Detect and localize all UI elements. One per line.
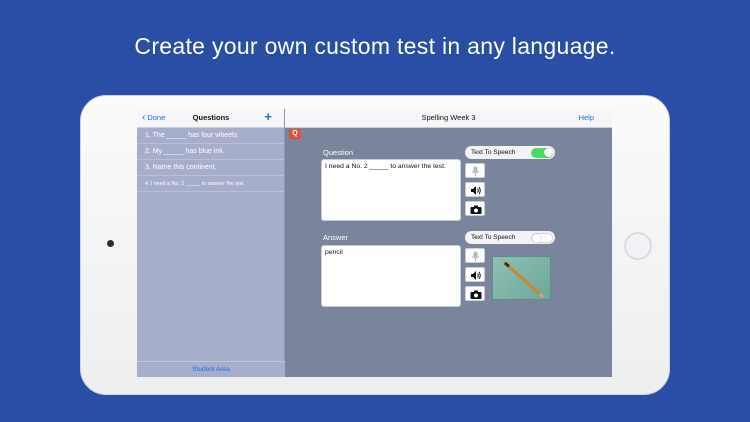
question-mic-button[interactable] [465, 163, 485, 178]
camera-icon [470, 290, 482, 299]
test-title: Spelling Week 3 [421, 113, 476, 122]
app-screen: ‹ Done Questions + 1. The _____ has four… [137, 109, 612, 377]
question-item-2[interactable]: 2. My _____ has blue ink. [137, 144, 284, 160]
answer-camera-button[interactable] [465, 286, 485, 301]
question-tts-toggle-row: Text To Speech [465, 146, 555, 159]
question-item-3[interactable]: 3. Name this continent. [137, 160, 284, 176]
answer-tts-switch[interactable] [531, 232, 553, 243]
questions-title: Questions [192, 113, 230, 122]
editor-nav-bar: Spelling Week 3 Help [285, 109, 612, 128]
home-button [624, 232, 652, 260]
answer-photo[interactable] [492, 256, 551, 300]
question-speaker-button[interactable] [465, 182, 485, 197]
question-label: Question [323, 148, 354, 157]
answer-textarea[interactable]: pencil [321, 245, 461, 307]
questions-panel: ‹ Done Questions + 1. The _____ has four… [137, 109, 285, 377]
speaker-icon [471, 271, 481, 280]
question-badge: Q [289, 129, 301, 139]
answer-tts-label: Text To Speech [471, 234, 516, 241]
help-button[interactable]: Help [579, 113, 594, 122]
answer-label: Answer [323, 233, 349, 242]
plus-icon[interactable]: + [264, 110, 272, 124]
speaker-icon [471, 186, 481, 195]
headline: Create your own custom test in any langu… [134, 33, 616, 59]
question-tts-switch[interactable] [531, 147, 553, 158]
question-item-4[interactable]: 4. I need a No. 2 _____ to answer the te… [137, 176, 284, 192]
answer-mic-button[interactable] [465, 248, 485, 263]
question-camera-button[interactable] [465, 201, 485, 216]
answer-tts-toggle-row: Text To Speech [465, 231, 555, 244]
editor-panel: Spelling Week 3 Help Q Question I need a… [285, 109, 612, 377]
questions-nav-bar: ‹ Done Questions + [137, 109, 284, 128]
question-textarea[interactable]: I need a No. 2 _____ to answer the test. [321, 159, 461, 221]
question-tts-label: Text To Speech [471, 149, 516, 156]
question-list: 1. The _____ has four wheels. 2. My ____… [137, 128, 284, 192]
microphone-icon [471, 166, 480, 177]
pencil-image [503, 261, 545, 299]
camera-dot [107, 240, 114, 247]
microphone-icon [471, 251, 480, 262]
student-area-button[interactable]: Student Area [137, 361, 285, 377]
answer-speaker-button[interactable] [465, 267, 485, 282]
question-item-1[interactable]: 1. The _____ has four wheels. [137, 128, 284, 144]
camera-icon [470, 205, 482, 214]
